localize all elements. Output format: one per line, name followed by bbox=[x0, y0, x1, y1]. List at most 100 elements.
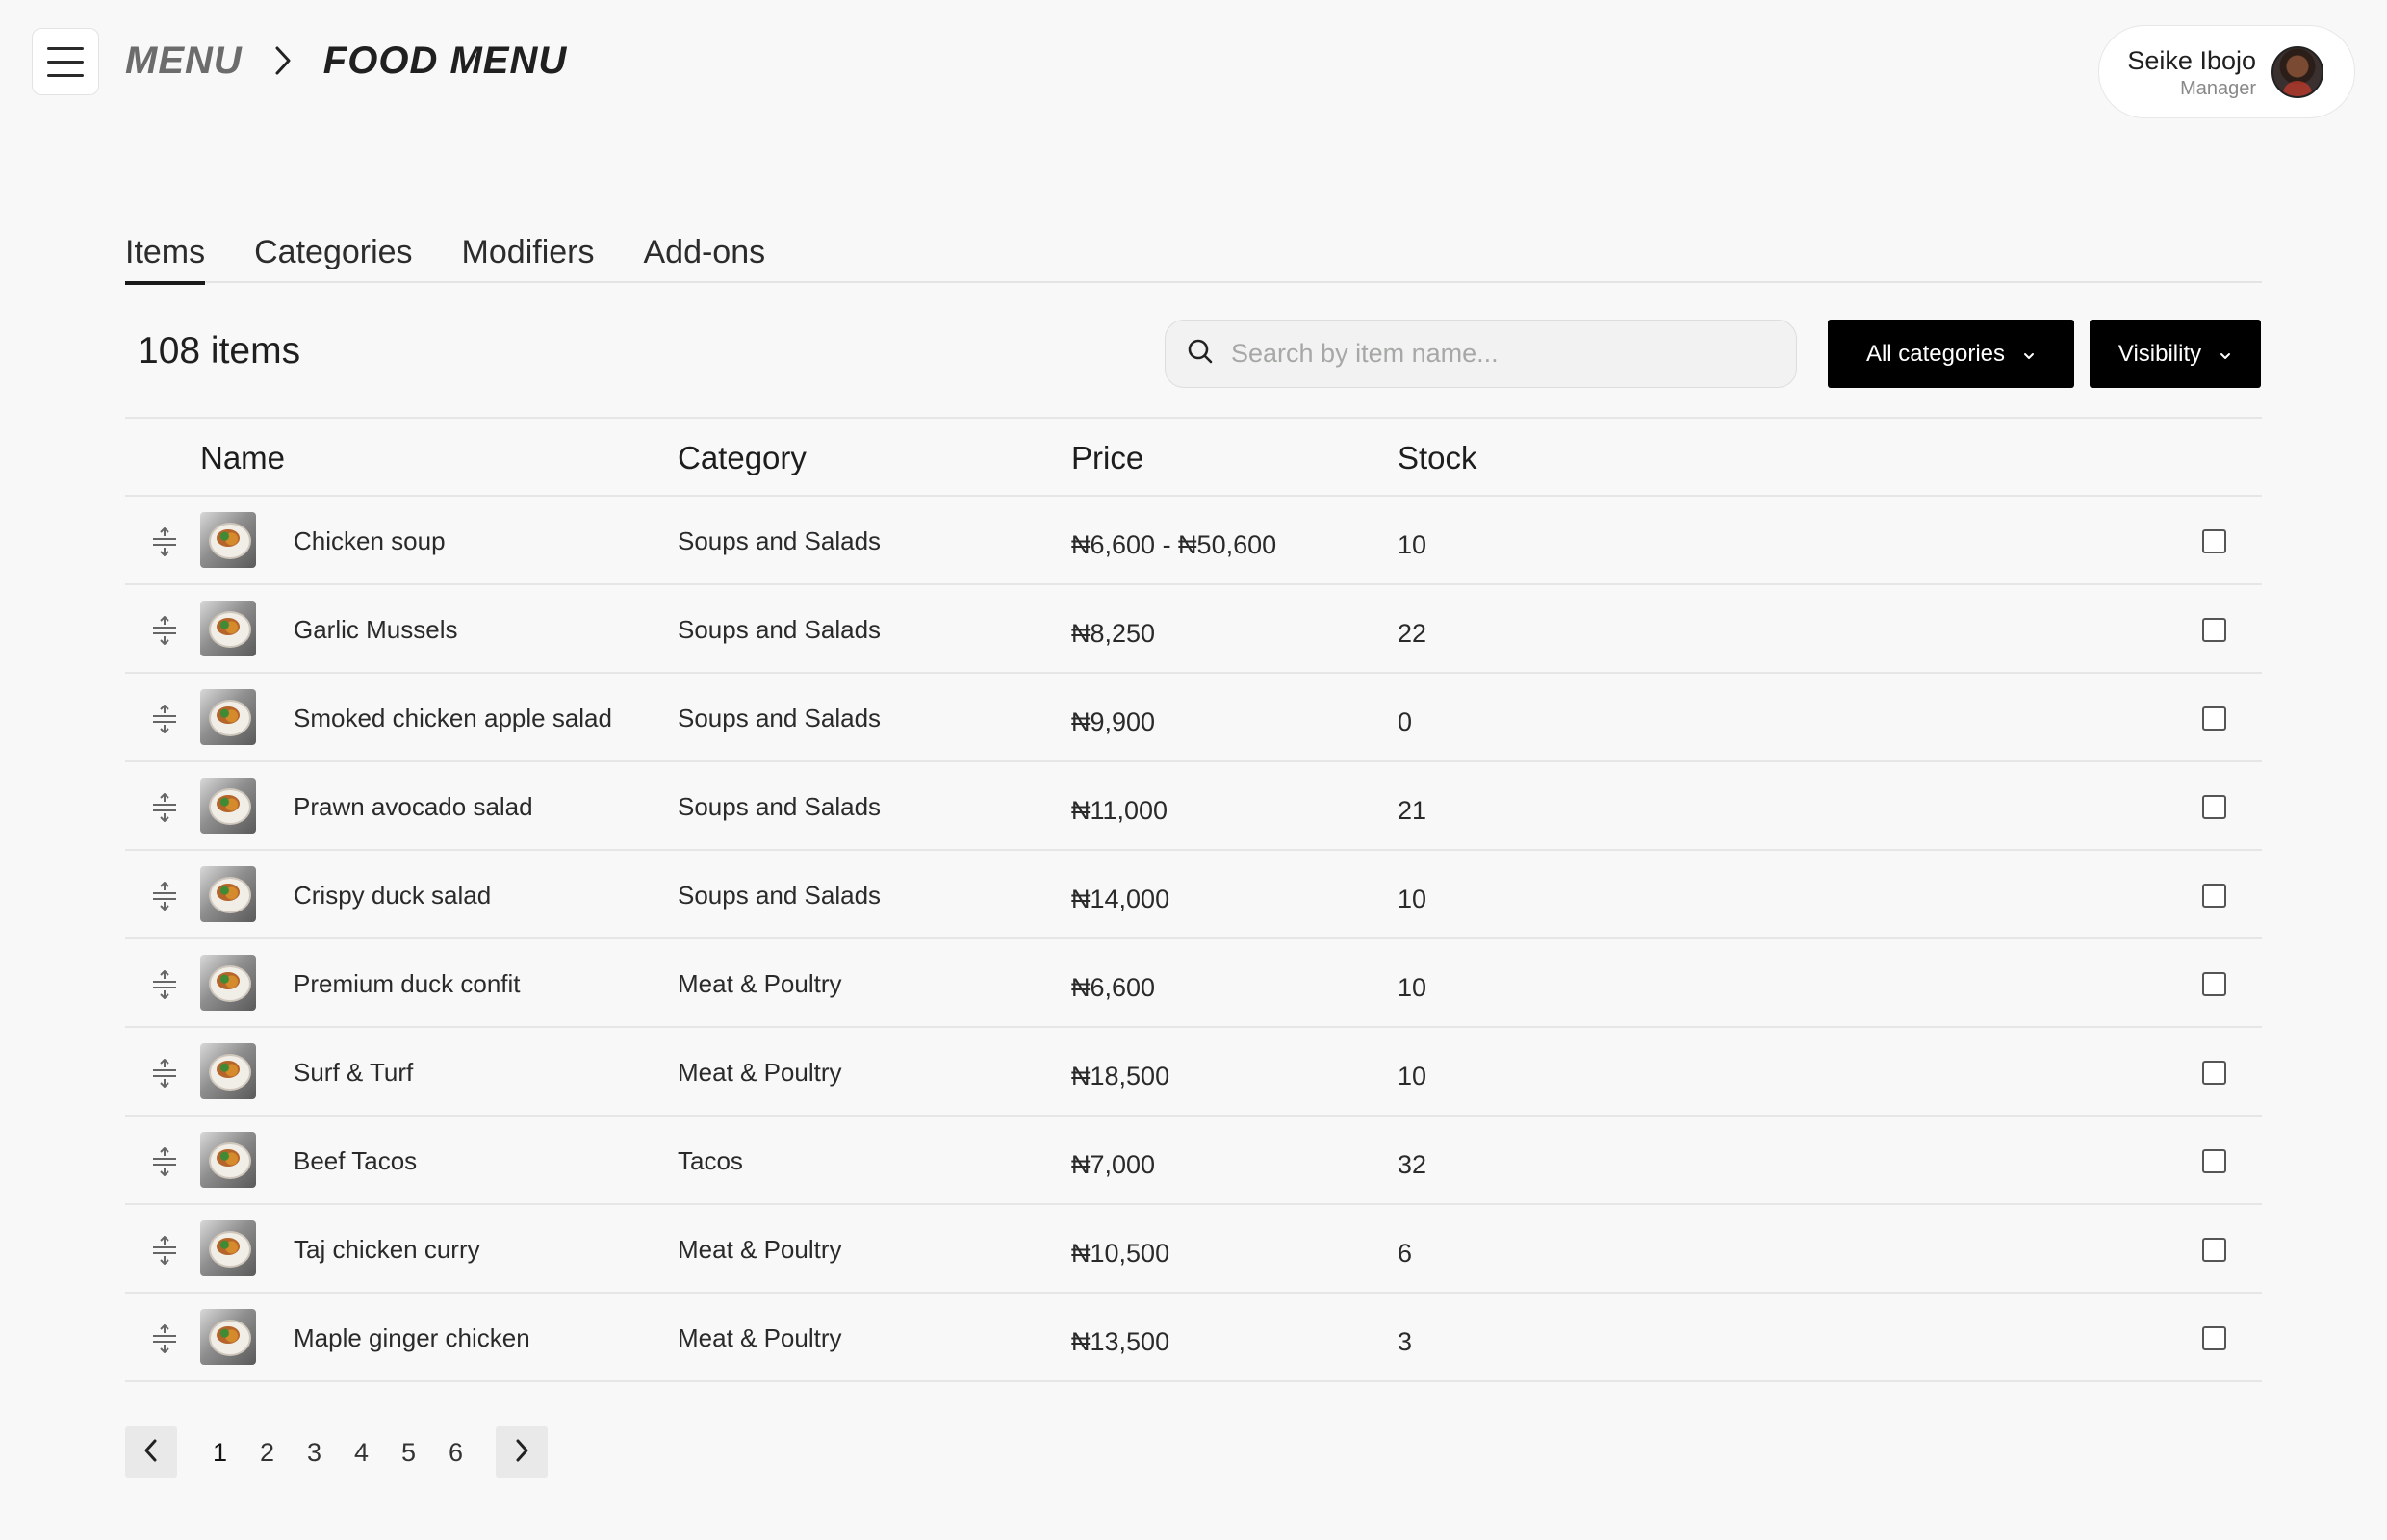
search-input[interactable] bbox=[1231, 339, 1796, 369]
chevron-right-icon bbox=[513, 1438, 530, 1468]
table-row[interactable]: Premium duck confit Meat & Poultry ₦6,600 1… bbox=[125, 939, 2262, 1028]
item-stock: 10 bbox=[1398, 1062, 1427, 1091]
chevron-left-icon bbox=[142, 1438, 160, 1468]
tab-add-ons[interactable]: Add-ons bbox=[643, 231, 765, 283]
tab-bar: Items Categories Modifiers Add-ons bbox=[125, 231, 2262, 285]
table-row[interactable]: Beef Tacos Tacos ₦7,000 32 bbox=[125, 1116, 2262, 1205]
item-stock: 10 bbox=[1398, 973, 1427, 1002]
item-name: Maple ginger chicken bbox=[294, 1323, 530, 1352]
search-box[interactable] bbox=[1165, 320, 1797, 388]
search-icon bbox=[1187, 338, 1214, 370]
column-header-category[interactable]: Category bbox=[678, 440, 807, 476]
page-number-6[interactable]: 6 bbox=[432, 1438, 479, 1468]
breadcrumb-root-link[interactable]: MENU bbox=[125, 39, 243, 83]
page-number-3[interactable]: 3 bbox=[291, 1438, 338, 1468]
page-number-5[interactable]: 5 bbox=[385, 1438, 432, 1468]
drag-handle-icon[interactable] bbox=[150, 1146, 179, 1183]
item-count: 108 items bbox=[138, 330, 301, 372]
table-row[interactable]: Prawn avocado salad Soups and Salads ₦11,0… bbox=[125, 762, 2262, 851]
row-checkbox[interactable] bbox=[2202, 618, 2226, 642]
avatar bbox=[2272, 45, 2323, 98]
drag-handle-icon[interactable] bbox=[150, 969, 179, 1006]
category-filter-dropdown[interactable]: All categories bbox=[1828, 320, 2074, 388]
item-thumbnail bbox=[200, 866, 256, 922]
tab-items[interactable]: Items bbox=[125, 231, 206, 285]
row-checkbox[interactable] bbox=[2202, 529, 2226, 553]
tab-modifiers[interactable]: Modifiers bbox=[462, 231, 595, 283]
item-price: ₦10,500 bbox=[1071, 1239, 1170, 1268]
row-checkbox[interactable] bbox=[2202, 884, 2226, 908]
row-checkbox[interactable] bbox=[2202, 972, 2226, 996]
item-price: ₦11,000 bbox=[1071, 796, 1168, 825]
item-name: Smoked chicken apple salad bbox=[294, 704, 612, 732]
drag-handle-icon[interactable] bbox=[150, 792, 179, 829]
table-body: Chicken soup Soups and Salads ₦6,600 - ₦50… bbox=[125, 497, 2262, 1382]
table-row[interactable]: Chicken soup Soups and Salads ₦6,600 - ₦50… bbox=[125, 497, 2262, 585]
row-checkbox[interactable] bbox=[2202, 795, 2226, 819]
drag-handle-icon[interactable] bbox=[150, 615, 179, 652]
page-number-2[interactable]: 2 bbox=[244, 1438, 291, 1468]
item-thumbnail bbox=[200, 1309, 256, 1365]
item-price: ₦18,500 bbox=[1071, 1062, 1170, 1091]
row-checkbox[interactable] bbox=[2202, 1238, 2226, 1262]
next-page-button[interactable] bbox=[496, 1426, 548, 1478]
item-thumbnail bbox=[200, 1132, 256, 1188]
drag-handle-icon[interactable] bbox=[150, 1235, 179, 1271]
item-thumbnail bbox=[200, 1043, 256, 1099]
table-row[interactable]: Garlic Mussels Soups and Salads ₦8,250 22 bbox=[125, 585, 2262, 674]
item-category: Soups and Salads bbox=[678, 704, 882, 732]
items-table: Name Category Price Stock Chicken soup So… bbox=[125, 417, 2262, 1382]
item-category: Meat & Poultry bbox=[678, 1235, 842, 1264]
item-thumbnail bbox=[200, 778, 256, 834]
hamburger-icon-line bbox=[47, 73, 84, 77]
drag-handle-icon[interactable] bbox=[150, 526, 179, 563]
table-row[interactable]: Smoked chicken apple salad Soups and Sala… bbox=[125, 674, 2262, 762]
user-profile-card[interactable]: Seike Ibojo Manager bbox=[2098, 25, 2355, 118]
row-checkbox[interactable] bbox=[2202, 1061, 2226, 1085]
table-row[interactable]: Crispy duck salad Soups and Salads ₦14,000… bbox=[125, 851, 2262, 939]
item-price: ₦13,500 bbox=[1071, 1327, 1170, 1356]
row-checkbox[interactable] bbox=[2202, 1326, 2226, 1350]
visibility-filter-label: Visibility bbox=[2118, 340, 2202, 367]
drag-handle-icon[interactable] bbox=[150, 1323, 179, 1360]
table-row[interactable]: Surf & Turf Meat & Poultry ₦18,500 10 bbox=[125, 1028, 2262, 1116]
user-info: Seike Ibojo Manager bbox=[2127, 44, 2256, 100]
item-stock: 22 bbox=[1398, 619, 1427, 648]
drag-handle-icon[interactable] bbox=[150, 881, 179, 917]
item-thumbnail bbox=[200, 689, 256, 745]
item-price: ₦7,000 bbox=[1071, 1150, 1156, 1179]
item-stock: 6 bbox=[1398, 1239, 1413, 1268]
item-stock: 21 bbox=[1398, 796, 1427, 825]
tab-categories[interactable]: Categories bbox=[254, 231, 412, 283]
drag-handle-icon[interactable] bbox=[150, 704, 179, 740]
item-name: Crispy duck salad bbox=[294, 881, 492, 910]
hamburger-menu-button[interactable] bbox=[32, 28, 99, 95]
item-name: Surf & Turf bbox=[294, 1058, 414, 1087]
item-stock: 32 bbox=[1398, 1150, 1427, 1179]
page-number-1[interactable]: 1 bbox=[196, 1438, 244, 1468]
chevron-down-icon bbox=[2219, 341, 2232, 368]
item-name: Premium duck confit bbox=[294, 969, 521, 998]
column-header-name[interactable]: Name bbox=[200, 440, 285, 476]
column-header-stock[interactable]: Stock bbox=[1398, 440, 1477, 476]
chevron-right-icon bbox=[273, 45, 293, 76]
visibility-filter-dropdown[interactable]: Visibility bbox=[2090, 320, 2261, 388]
item-category: Meat & Poultry bbox=[678, 1323, 842, 1352]
page-number-4[interactable]: 4 bbox=[338, 1438, 385, 1468]
item-category: Soups and Salads bbox=[678, 526, 882, 555]
column-header-price[interactable]: Price bbox=[1071, 440, 1143, 476]
prev-page-button[interactable] bbox=[125, 1426, 177, 1478]
row-checkbox[interactable] bbox=[2202, 706, 2226, 731]
item-name: Prawn avocado salad bbox=[294, 792, 533, 821]
table-row[interactable]: Maple ginger chicken Meat & Poultry ₦13,50… bbox=[125, 1294, 2262, 1382]
item-category: Soups and Salads bbox=[678, 615, 882, 644]
item-stock: 0 bbox=[1398, 707, 1413, 736]
hamburger-icon-line bbox=[47, 46, 84, 50]
item-category: Meat & Poultry bbox=[678, 1058, 842, 1087]
row-checkbox[interactable] bbox=[2202, 1149, 2226, 1173]
category-filter-label: All categories bbox=[1865, 340, 2006, 367]
item-name: Taj chicken curry bbox=[294, 1235, 480, 1264]
table-row[interactable]: Taj chicken curry Meat & Poultry ₦10,500 6 bbox=[125, 1205, 2262, 1294]
drag-handle-icon[interactable] bbox=[150, 1058, 179, 1094]
hamburger-icon-line bbox=[47, 60, 84, 64]
